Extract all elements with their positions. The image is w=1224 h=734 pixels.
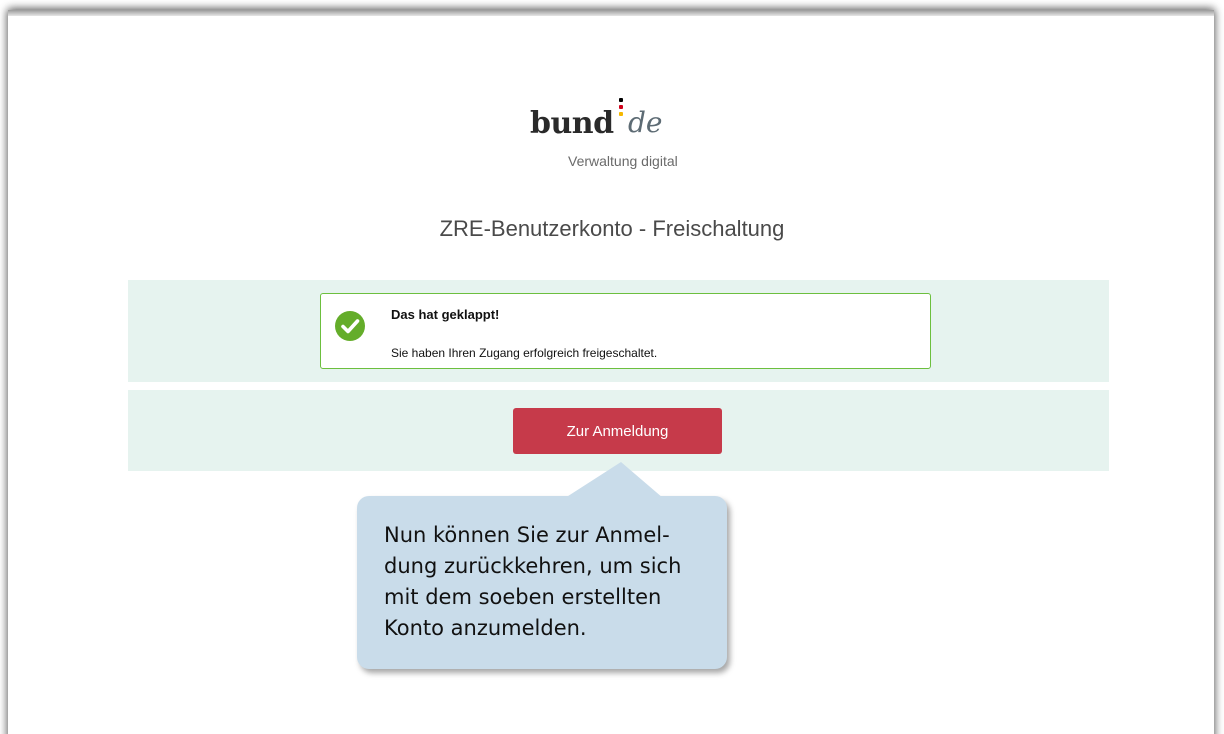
logo-word: bund [530,106,614,141]
success-message: Sie haben Ihren Zugang erfolgreich freig… [391,346,658,360]
logo-suffix: de [628,106,663,139]
help-callout: Nun können Sie zur Anmel- dung zurückkeh… [357,462,727,669]
success-panel: Das hat geklappt! Sie haben Ihren Zugang… [128,280,1109,382]
logo-dot-black [619,98,623,102]
login-button[interactable]: Zur Anmeldung [513,408,722,454]
success-title: Das hat geklappt! [391,307,500,322]
action-panel: Zur Anmeldung [128,390,1109,471]
page-title: ZRE-Benutzerkonto - Freischaltung [439,216,785,241]
bund-de-logo: bund de Verwaltung digital [522,96,732,176]
page: bund de Verwaltung digital ZRE-Benutzerk… [0,0,1224,734]
logo-dot-red [619,105,623,109]
logo-dot-gold [619,112,623,116]
logo-subtitle: Verwaltung digital [568,153,678,169]
logo-dots [619,98,623,120]
check-circle-icon [335,311,365,341]
success-message-box: Das hat geklappt! Sie haben Ihren Zugang… [320,293,931,369]
callout-text: Nun können Sie zur Anmel- dung zurückkeh… [384,523,682,640]
